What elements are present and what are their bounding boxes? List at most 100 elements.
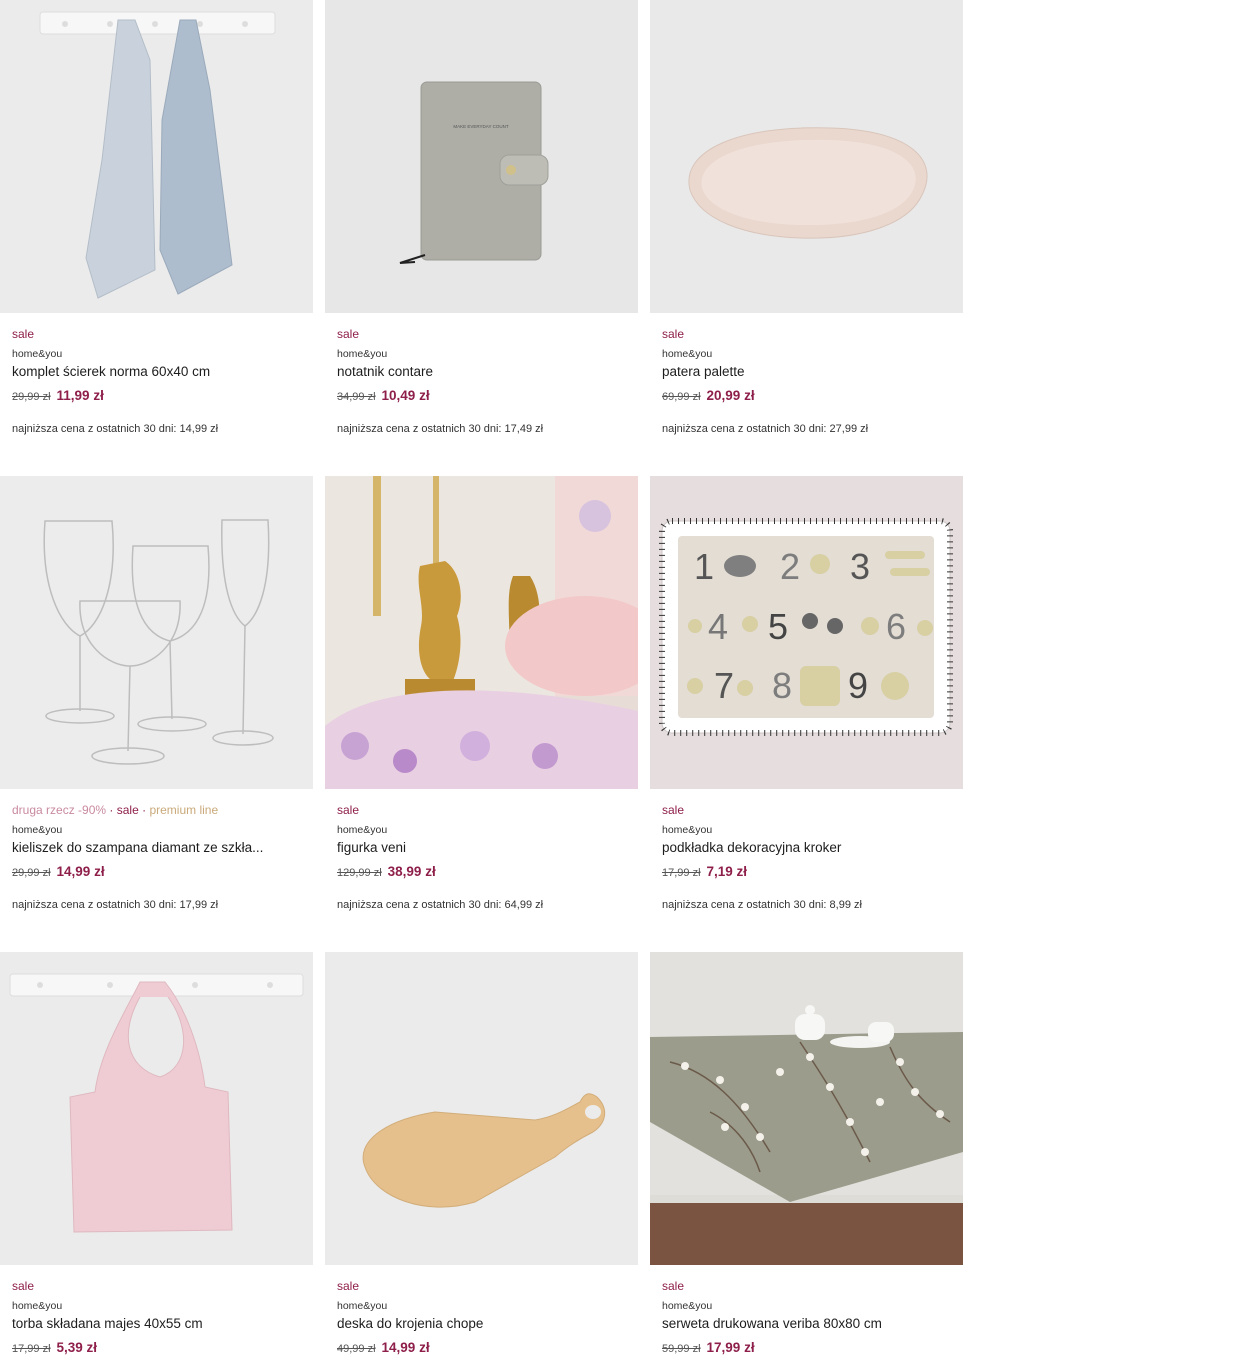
product-name[interactable]: kieliszek do szampana diamant ze szkła..… xyxy=(12,839,301,857)
placemat-number: 2 xyxy=(780,546,800,587)
product-prices: 69,99 zł 20,99 zł xyxy=(662,388,951,406)
old-price: 29,99 zł xyxy=(12,867,51,879)
product-tags: sale xyxy=(12,327,35,341)
product-prices: 29,99 zł 11,99 zł xyxy=(12,388,301,406)
product-name[interactable]: patera palette xyxy=(662,363,951,381)
old-price: 129,99 zł xyxy=(337,867,382,879)
product-image-figurine[interactable] xyxy=(325,476,638,789)
notebook-text: MAKE EVERYDAY COUNT xyxy=(453,124,509,129)
cutting-board-image xyxy=(325,952,638,1265)
sale-price: 7,19 zł xyxy=(706,864,748,879)
product-card[interactable]: sale home&you torba składana majes 40x55… xyxy=(0,952,313,1358)
product-image-bag[interactable] xyxy=(0,952,313,1265)
old-price: 49,99 zł xyxy=(337,1343,376,1355)
sale-price: 14,99 zł xyxy=(56,864,105,879)
product-image-placemat[interactable]: 1 2 3 4 5 6 7 8 9 xyxy=(650,476,963,789)
placemat-number: 9 xyxy=(848,665,868,706)
placemat-number: 5 xyxy=(768,606,788,647)
placemat-number: 4 xyxy=(708,606,728,647)
product-card[interactable]: 1 2 3 4 5 6 7 8 9 sale home&you podkładk… xyxy=(650,476,963,912)
sale-price: 38,99 zł xyxy=(387,864,436,879)
sale-price: 10,49 zł xyxy=(381,388,430,403)
bag-image xyxy=(0,952,313,1265)
product-tags: sale xyxy=(662,803,685,817)
product-tags: sale xyxy=(12,1279,35,1293)
product-brand: home&you xyxy=(12,348,63,360)
product-image-plate[interactable] xyxy=(650,0,963,313)
placemat-number: 7 xyxy=(714,665,734,706)
product-tags: druga rzecz -90% · sale · premium line xyxy=(12,803,219,817)
sale-price: 17,99 zł xyxy=(706,1340,755,1355)
product-image-tablecloth[interactable] xyxy=(650,952,963,1265)
product-brand: home&you xyxy=(12,1300,63,1312)
product-prices: 17,99 zł 5,39 zł xyxy=(12,1340,301,1358)
product-tags: sale xyxy=(337,803,360,817)
product-card[interactable]: sale home&you deska do krojenia chope 49… xyxy=(325,952,638,1358)
product-card[interactable]: MAKE EVERYDAY COUNT sale home&you notatn… xyxy=(325,0,638,436)
premium-tag: premium line xyxy=(149,803,219,817)
product-brand: home&you xyxy=(662,1300,713,1312)
plate-image xyxy=(650,0,963,313)
old-price: 29,99 zł xyxy=(12,391,51,403)
product-tags: sale xyxy=(662,327,685,341)
sale-price: 20,99 zł xyxy=(706,388,755,403)
placemat-number: 3 xyxy=(850,546,870,587)
old-price: 59,99 zł xyxy=(662,1343,701,1355)
lowest-price-note: najniższa cena z ostatnich 30 dni: 8,99 … xyxy=(662,899,862,911)
product-prices: 49,99 zł 14,99 zł xyxy=(337,1340,626,1358)
lowest-price-note: najniższa cena z ostatnich 30 dni: 27,99… xyxy=(662,423,869,435)
product-name[interactable]: komplet ścierek norma 60x40 cm xyxy=(12,363,301,381)
product-card[interactable]: sale home&you komplet ścierek norma 60x4… xyxy=(0,0,313,436)
promo-tag: druga rzecz -90% xyxy=(12,803,107,817)
product-card[interactable]: sale home&you patera palette 69,99 zł 20… xyxy=(650,0,963,436)
lowest-price-note: najniższa cena z ostatnich 30 dni: 14,99… xyxy=(12,423,219,435)
glasses-image xyxy=(0,476,313,789)
product-tags: sale xyxy=(662,1279,685,1293)
product-name[interactable]: figurka veni xyxy=(337,839,626,857)
product-card[interactable]: druga rzecz -90% · sale · premium line h… xyxy=(0,476,313,912)
product-prices: 59,99 zł 17,99 zł xyxy=(662,1340,951,1358)
product-image-notebook[interactable]: MAKE EVERYDAY COUNT xyxy=(325,0,638,313)
placemat-number: 1 xyxy=(694,546,714,587)
product-prices: 29,99 zł 14,99 zł xyxy=(12,864,301,882)
product-name[interactable]: notatnik contare xyxy=(337,363,626,381)
lowest-price-note: najniższa cena z ostatnich 30 dni: 17,99… xyxy=(12,899,219,911)
lowest-price-note: najniższa cena z ostatnich 30 dni: 17,49… xyxy=(337,423,544,435)
towels-image xyxy=(0,0,313,313)
product-tags: sale xyxy=(337,1279,360,1293)
sale-price: 5,39 zł xyxy=(56,1340,98,1355)
placemat-number: 8 xyxy=(772,665,792,706)
placemat-number: 6 xyxy=(886,606,906,647)
old-price: 17,99 zł xyxy=(662,867,701,879)
product-image-cutting-board[interactable] xyxy=(325,952,638,1265)
product-prices: 17,99 zł 7,19 zł xyxy=(662,864,951,882)
product-image-glasses[interactable] xyxy=(0,476,313,789)
product-card[interactable]: sale home&you figurka veni 129,99 zł 38,… xyxy=(325,476,638,912)
product-name[interactable]: deska do krojenia chope xyxy=(337,1315,626,1333)
tablecloth-image xyxy=(650,952,963,1265)
old-price: 69,99 zł xyxy=(662,391,701,403)
notebook-image: MAKE EVERYDAY COUNT xyxy=(325,0,638,313)
product-brand: home&you xyxy=(12,824,63,836)
lowest-price-note: najniższa cena z ostatnich 30 dni: 64,99… xyxy=(337,899,544,911)
placemat-image: 1 2 3 4 5 6 7 8 9 xyxy=(650,476,963,789)
product-tags: sale xyxy=(337,327,360,341)
product-brand: home&you xyxy=(662,824,713,836)
product-prices: 34,99 zł 10,49 zł xyxy=(337,388,626,406)
product-name[interactable]: torba składana majes 40x55 cm xyxy=(12,1315,301,1333)
sale-price: 11,99 zł xyxy=(56,388,104,403)
product-name[interactable]: podkładka dekoracyjna kroker xyxy=(662,839,951,857)
product-brand: home&you xyxy=(337,1300,388,1312)
old-price: 17,99 zł xyxy=(12,1343,51,1355)
product-name[interactable]: serweta drukowana veriba 80x80 cm xyxy=(662,1315,951,1333)
product-prices: 129,99 zł 38,99 zł xyxy=(337,864,626,882)
sale-tag: sale xyxy=(116,803,139,817)
product-brand: home&you xyxy=(337,824,388,836)
product-brand: home&you xyxy=(337,348,388,360)
old-price: 34,99 zł xyxy=(337,391,376,403)
product-brand: home&you xyxy=(662,348,713,360)
figurine-image xyxy=(325,476,638,789)
product-card[interactable]: sale home&you serweta drukowana veriba 8… xyxy=(650,952,963,1358)
product-image-towels[interactable] xyxy=(0,0,313,313)
sale-price: 14,99 zł xyxy=(381,1340,430,1355)
